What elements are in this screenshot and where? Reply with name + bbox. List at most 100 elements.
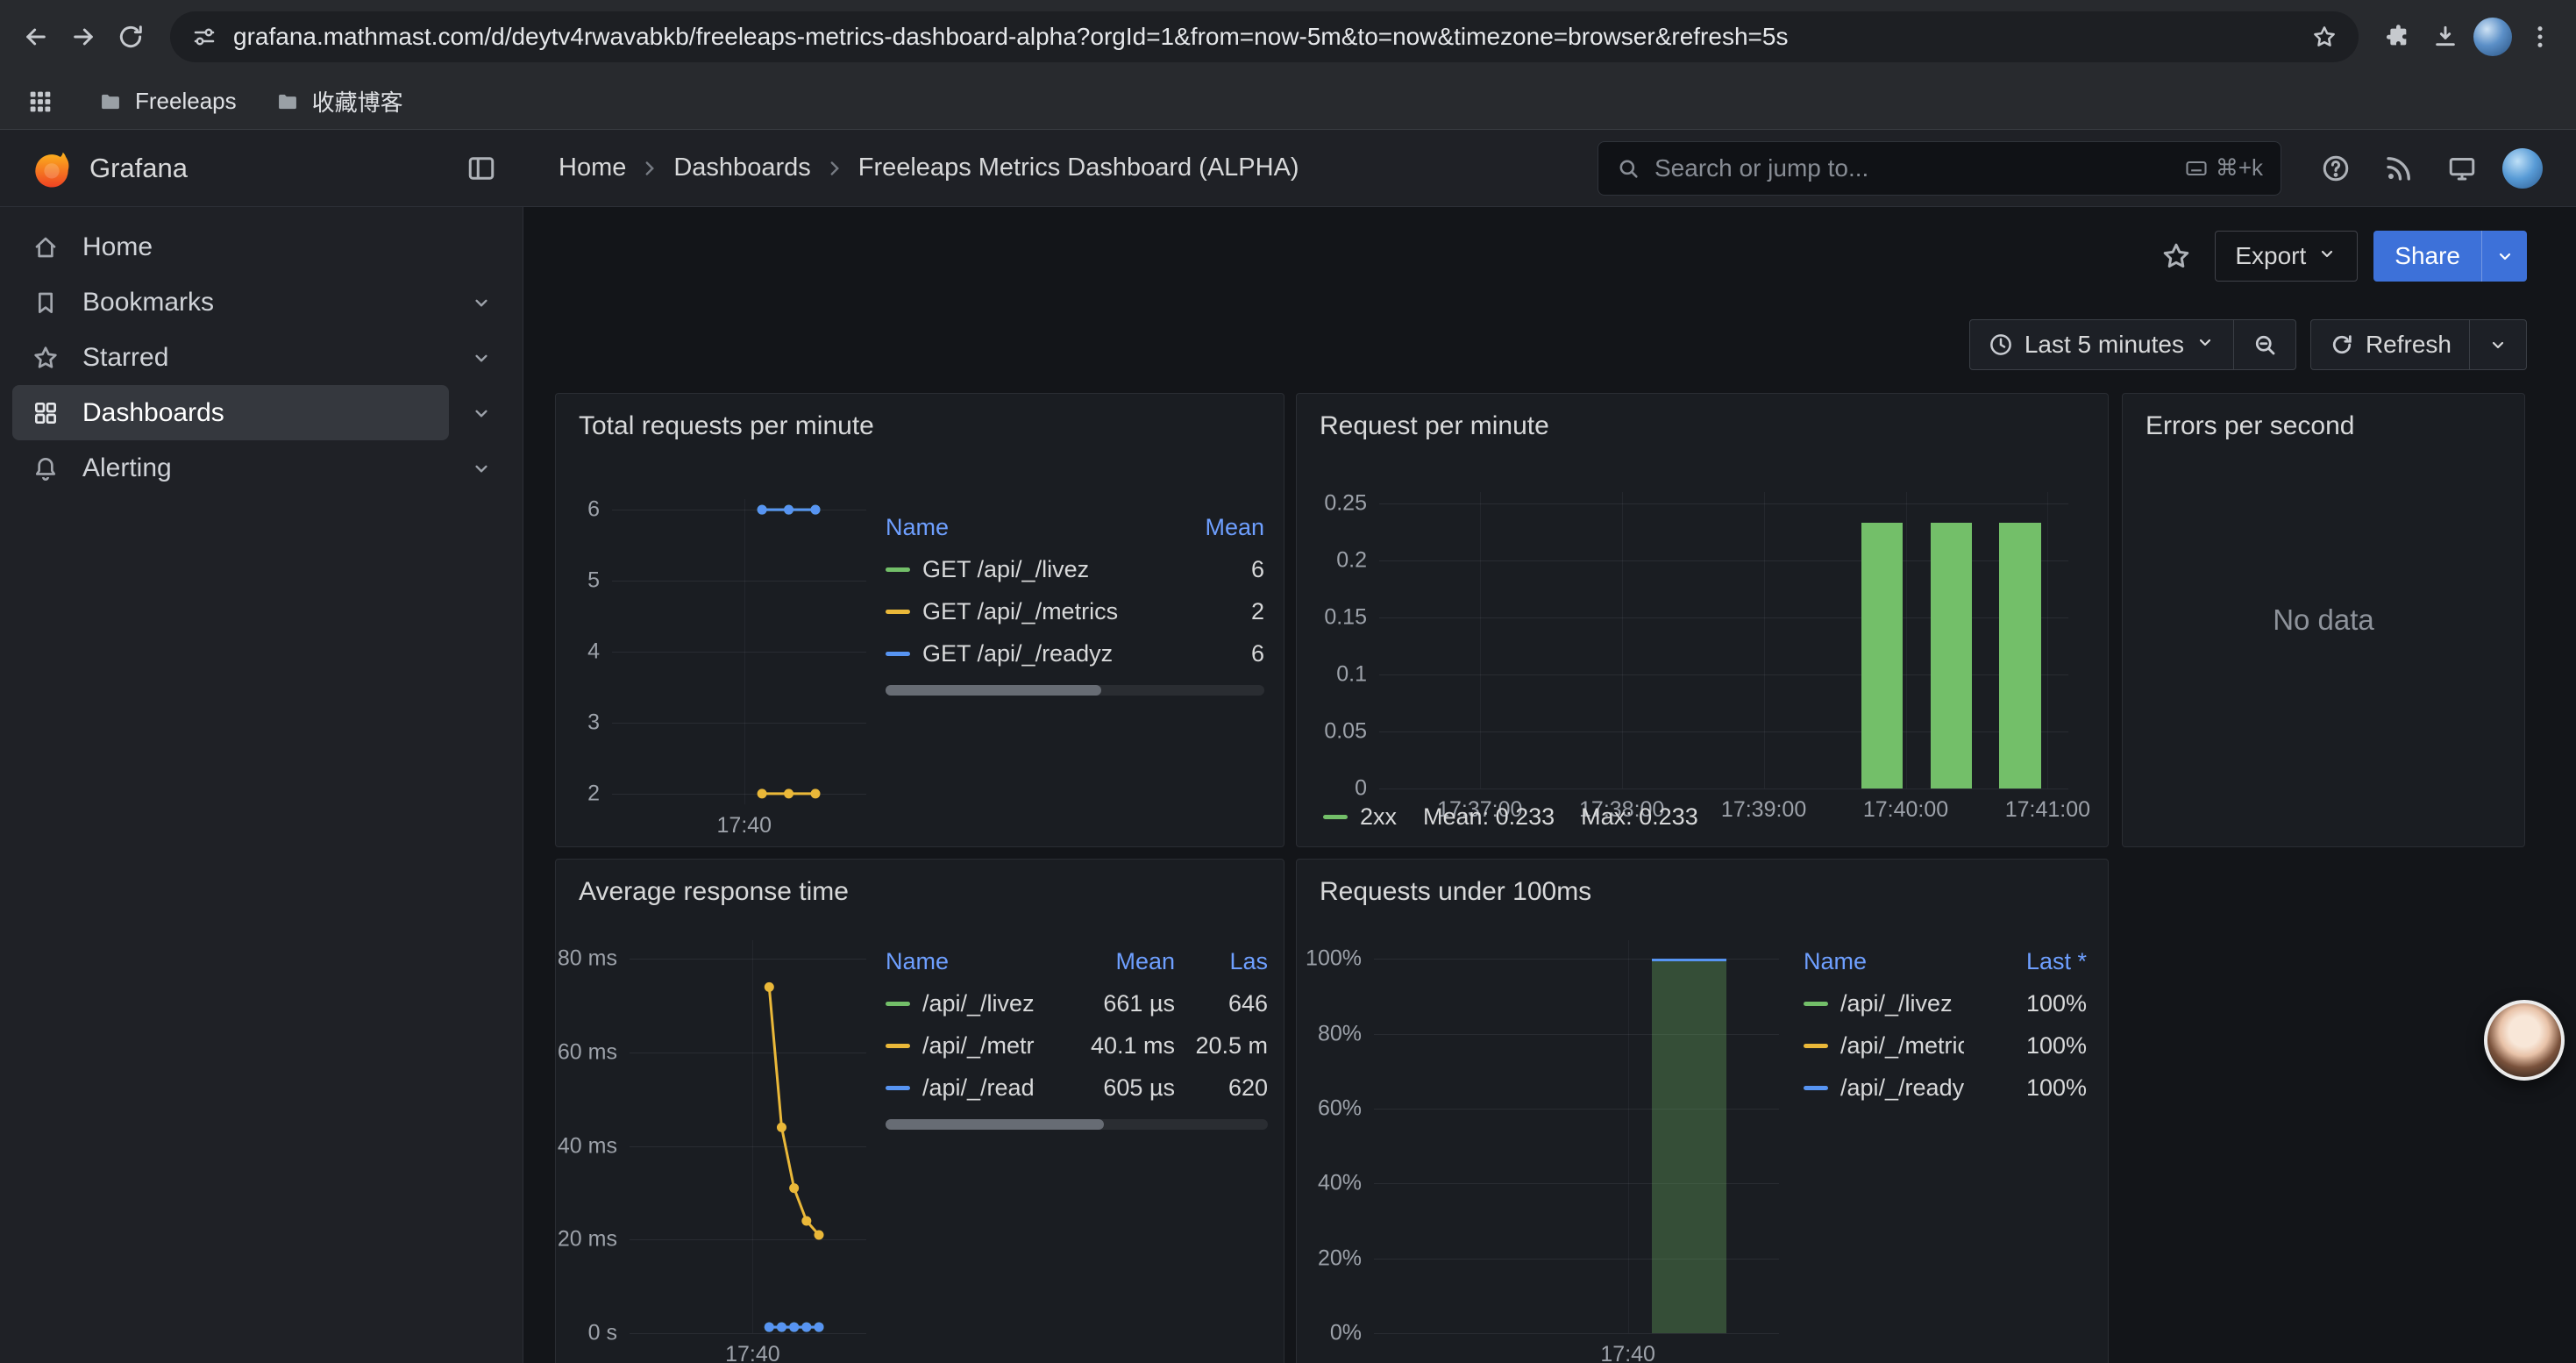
sidebar-item-home: Home — [12, 219, 510, 275]
series-name[interactable]: GET /api/_/metrics — [922, 598, 1118, 625]
profile-button[interactable] — [2469, 13, 2516, 61]
legend-row[interactable]: /api/_/livez 661 µs 646 — [886, 982, 1268, 1024]
search-placeholder: Search or jump to... — [1654, 154, 2170, 182]
url-text: grafana.mathmast.com/d/deytv4rwavabkb/fr… — [233, 23, 2295, 51]
legend-col-last[interactable]: Las — [1184, 948, 1268, 975]
panel-title[interactable]: Total requests per minute — [556, 394, 1284, 441]
legend-table: Name Mean GET /api/_/livez 6 — [886, 506, 1264, 696]
chevron-down-icon[interactable] — [470, 346, 493, 369]
legend-inline[interactable]: 2xx Mean: 0.233 Max: 0.233 — [1323, 803, 1698, 831]
panel-title[interactable]: Request per minute — [1297, 394, 2108, 441]
news-rss-button[interactable] — [2376, 146, 2422, 191]
series-name[interactable]: /api/_/metrics — [922, 1032, 1035, 1060]
extensions-button[interactable] — [2374, 13, 2422, 61]
series-marker — [886, 652, 910, 656]
legend-row[interactable]: /api/_/livez 100% — [1804, 982, 2087, 1024]
export-button[interactable]: Export — [2215, 231, 2358, 282]
dock-menu-button[interactable] — [459, 146, 504, 191]
sidebar-link-dashboards[interactable]: Dashboards — [12, 385, 449, 440]
search-icon — [1616, 156, 1640, 181]
user-avatar[interactable] — [2502, 148, 2543, 189]
legend-row[interactable]: /api/_/metrics 100% — [1804, 1024, 2087, 1067]
legend-scrollbar[interactable] — [886, 1119, 1268, 1130]
total-requests-chart: 6543217:40 — [566, 492, 875, 843]
scrollbar-thumb[interactable] — [886, 1119, 1104, 1130]
brand[interactable]: Grafana — [32, 148, 188, 189]
sidebar-link-alerting[interactable]: Alerting — [12, 440, 449, 496]
panel-title[interactable]: Average response time — [556, 860, 1284, 907]
downloads-button[interactable] — [2422, 13, 2469, 61]
header-icons — [2313, 146, 2576, 191]
panel-title[interactable]: Requests under 100ms — [1297, 860, 2108, 907]
legend-row[interactable]: /api/_/readyz 605 µs 620 — [886, 1067, 1268, 1109]
search-box[interactable]: Search or jump to... ⌘+k — [1598, 141, 2281, 196]
apps-grid-button[interactable] — [21, 82, 60, 121]
help-button[interactable] — [2313, 146, 2359, 191]
legend-row[interactable]: /api/_/readyz 100% — [1804, 1067, 2087, 1109]
legend-col-name[interactable]: Name — [886, 514, 1159, 541]
browser-menu-button[interactable] — [2516, 13, 2564, 61]
sidebar-label: Starred — [82, 343, 168, 373]
series-name[interactable]: /api/_/readyz — [1840, 1074, 1964, 1102]
bookmark-star-icon[interactable] — [2311, 24, 2338, 50]
series-name[interactable]: GET /api/_/livez — [922, 556, 1089, 583]
legend-row[interactable]: GET /api/_/livez 6 — [886, 548, 1264, 590]
forward-button[interactable] — [60, 13, 107, 61]
sidebar-link-home[interactable]: Home — [12, 219, 449, 275]
share-button[interactable]: Share — [2373, 231, 2481, 282]
time-range-button[interactable]: Last 5 minutes — [1970, 320, 2233, 369]
sidebar-link-bookmarks[interactable]: Bookmarks — [12, 275, 449, 330]
series-name[interactable]: /api/_/readyz — [922, 1074, 1035, 1102]
chevron-down-icon[interactable] — [470, 402, 493, 425]
series-name[interactable]: /api/_/metrics — [1840, 1032, 1964, 1060]
refresh-interval-button[interactable] — [2470, 320, 2526, 369]
legend-col-name[interactable]: Name — [886, 948, 1035, 975]
legend-rows: /api/_/livez 661 µs 646 /api/_/metrics 4… — [886, 982, 1268, 1109]
series-mean: Mean: 0.233 — [1423, 803, 1555, 831]
series-marker — [1323, 815, 1348, 819]
series-name[interactable]: 2xx — [1360, 803, 1397, 831]
assistant-avatar-overlay[interactable] — [2484, 1000, 2565, 1081]
series-marker — [886, 1002, 910, 1006]
sidebar-item-starred: Starred — [12, 330, 510, 385]
breadcrumb-home[interactable]: Home — [559, 153, 626, 182]
bookmark-folder-blogs[interactable]: 收藏博客 — [275, 85, 403, 118]
bookmark-folder-freeleaps[interactable]: Freeleaps — [98, 88, 237, 115]
legend-col-last[interactable]: Last * — [1973, 948, 2087, 975]
sidebar-label: Home — [82, 232, 153, 262]
star-icon — [32, 344, 60, 372]
favorite-star-button[interactable] — [2153, 233, 2199, 279]
series-last: 100% — [1973, 990, 2087, 1017]
url-bar[interactable]: grafana.mathmast.com/d/deytv4rwavabkb/fr… — [170, 11, 2359, 62]
series-marker — [1804, 1002, 1828, 1006]
scrollbar-thumb[interactable] — [886, 685, 1101, 696]
folder-icon — [275, 89, 300, 114]
zoom-out-button[interactable] — [2234, 320, 2295, 369]
share-menu-button[interactable] — [2481, 231, 2527, 282]
legend-col-mean[interactable]: Mean — [1043, 948, 1175, 975]
series-name[interactable]: GET /api/_/readyz — [922, 640, 1113, 667]
requests-under-100ms-chart: 100%80%60%40%20%0%17:40 — [1311, 933, 1788, 1363]
dashboard-main: Export Share Last 5 minutes — [523, 207, 2576, 1363]
legend-row[interactable]: /api/_/metrics 40.1 ms 20.5 m — [886, 1024, 1268, 1067]
site-settings-icon[interactable] — [191, 24, 217, 50]
sidebar-link-starred[interactable]: Starred — [12, 330, 449, 385]
legend-row[interactable]: GET /api/_/readyz 6 — [886, 632, 1264, 674]
series-last: 100% — [1973, 1032, 2087, 1060]
refresh-icon — [2329, 332, 2355, 358]
bookmark-icon — [32, 289, 60, 317]
chevron-down-icon[interactable] — [470, 291, 493, 314]
legend-col-name[interactable]: Name — [1804, 948, 1964, 975]
reload-button[interactable] — [107, 13, 154, 61]
back-button[interactable] — [12, 13, 60, 61]
refresh-button[interactable]: Refresh — [2311, 320, 2469, 369]
kiosk-monitor-button[interactable] — [2439, 146, 2485, 191]
breadcrumb-dashboards[interactable]: Dashboards — [673, 153, 810, 182]
series-name[interactable]: /api/_/livez — [922, 990, 1035, 1017]
legend-row[interactable]: GET /api/_/metrics 2 — [886, 590, 1264, 632]
legend-scrollbar[interactable] — [886, 685, 1264, 696]
chevron-down-icon[interactable] — [470, 457, 493, 480]
series-name[interactable]: /api/_/livez — [1840, 990, 1953, 1017]
legend-col-mean[interactable]: Mean — [1168, 514, 1264, 541]
bookmark-label: 收藏博客 — [312, 85, 403, 118]
